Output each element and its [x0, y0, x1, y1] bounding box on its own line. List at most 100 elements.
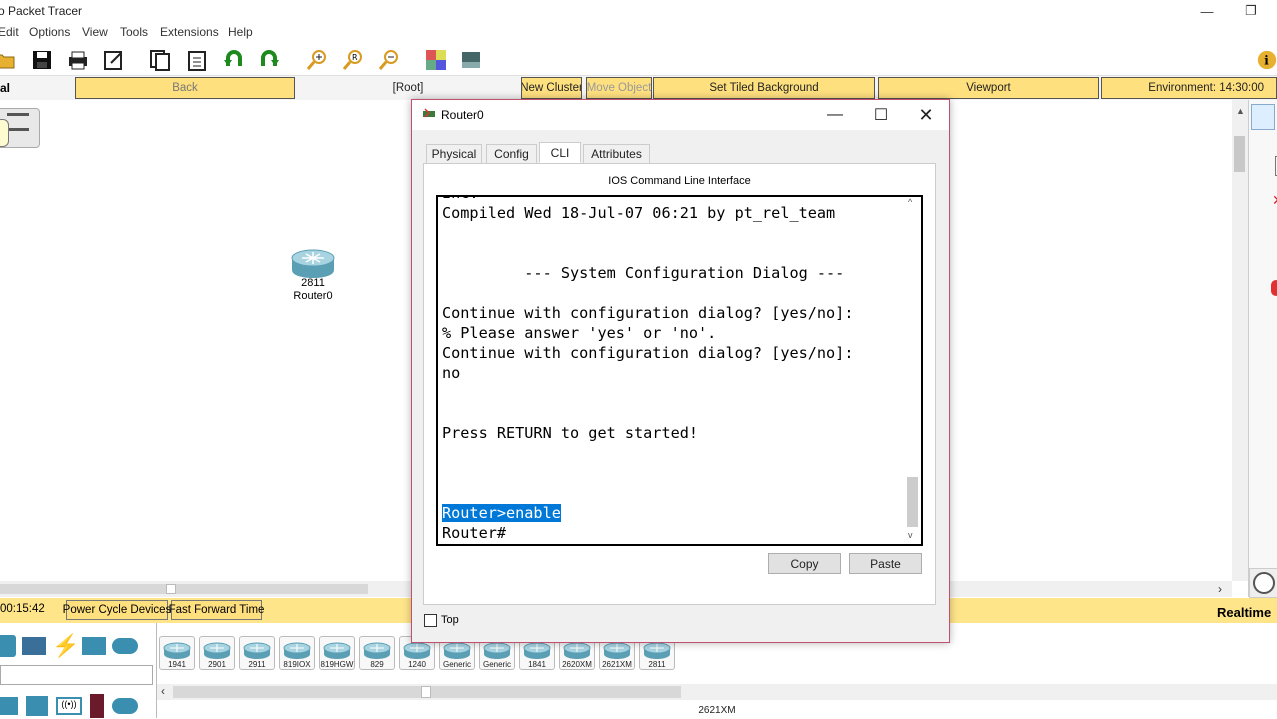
save-icon[interactable]	[28, 46, 56, 74]
realtime-mode-label[interactable]: Realtime	[1217, 605, 1271, 620]
logical-tab-label[interactable]: al	[0, 77, 72, 99]
terminal-output[interactable]: Inc.Compiled Wed 18-Jul-07 06:21 by pt_r…	[442, 197, 902, 543]
fast-forward-button[interactable]: Fast Forward Time	[169, 600, 264, 620]
device-model-item[interactable]: 1941	[159, 636, 195, 670]
connections-icon[interactable]: ⚡	[52, 634, 79, 658]
cluster-icon[interactable]	[0, 108, 40, 148]
tab-config[interactable]: Config	[486, 144, 537, 164]
custom-device-icon[interactable]	[457, 46, 485, 74]
menu-bar: Edit Options View Tools Extensions Help	[0, 22, 1277, 42]
menu-extensions[interactable]: Extensions	[160, 25, 219, 39]
device-model-label: Generic	[482, 660, 511, 669]
device-model-label: 1841	[528, 660, 546, 669]
restore-button[interactable]: ❐	[1228, 0, 1274, 22]
device-model-label: 2620XM	[562, 660, 592, 669]
viewport-button[interactable]: Viewport	[878, 77, 1099, 99]
open-icon[interactable]	[0, 46, 18, 74]
svg-text:i: i	[1264, 54, 1269, 68]
misc-icon[interactable]	[82, 637, 106, 655]
security-icon[interactable]	[90, 694, 104, 718]
dialog-maximize-button[interactable]: ☐	[858, 100, 904, 130]
wan-emulation-icon[interactable]	[112, 698, 138, 714]
network-devices-icon[interactable]	[0, 635, 16, 657]
device-model-label: 1941	[168, 660, 186, 669]
dialog-close-button[interactable]: ✕	[903, 100, 949, 130]
copy-icon[interactable]	[146, 46, 174, 74]
menu-edit[interactable]: Edit	[0, 25, 19, 39]
move-object-button[interactable]: Move Object	[586, 77, 652, 99]
print-icon[interactable]	[64, 46, 92, 74]
undo-icon[interactable]	[220, 46, 248, 74]
terminal-line: Compiled Wed 18-Jul-07 06:21 by pt_rel_t…	[442, 204, 836, 222]
app-title: o Packet Tracer	[0, 4, 83, 18]
power-cycle-button[interactable]: Power Cycle Devices	[63, 600, 171, 620]
end-devices-icon[interactable]	[22, 637, 46, 655]
add-pdu-icon[interactable]	[1271, 280, 1277, 296]
zoom-reset-icon[interactable]: R	[339, 46, 367, 74]
menu-options[interactable]: Options	[29, 25, 70, 39]
dialog-minimize-button[interactable]: —	[812, 100, 858, 130]
device-model-item[interactable]: 2911	[239, 636, 275, 670]
wireless-icon[interactable]: ((•))	[56, 697, 82, 715]
set-tiled-background-button[interactable]: Set Tiled Background	[653, 77, 875, 99]
top-checkbox[interactable]	[424, 614, 437, 627]
device-model-label: Generic	[442, 660, 471, 669]
delete-tool-icon[interactable]: ✕	[1272, 192, 1277, 212]
paste-icon[interactable]	[183, 46, 211, 74]
copy-button[interactable]: Copy	[768, 553, 841, 574]
dialog-titlebar[interactable]: Router0 — ☐ ✕	[412, 100, 949, 130]
device-model-item[interactable]: 829	[359, 636, 395, 670]
realtime-clock-icon[interactable]	[1249, 568, 1277, 598]
terminal-line: Router#	[442, 524, 507, 542]
terminal-line: Continue with configuration dialog? [yes…	[442, 304, 854, 322]
router-model-label: 2811	[301, 277, 325, 289]
activity-wizard-icon[interactable]	[100, 46, 128, 74]
device-type-label	[0, 665, 153, 685]
device-model-item[interactable]: 819IOX	[279, 636, 315, 670]
device-list-scrollbar[interactable]: ‹	[157, 684, 1277, 700]
app-titlebar: o Packet Tracer — ❐	[0, 0, 1277, 22]
device-model-item[interactable]: 2901	[199, 636, 235, 670]
menu-help[interactable]: Help	[228, 25, 253, 39]
paste-button[interactable]: Paste	[849, 553, 922, 574]
environment-button[interactable]: Environment: 14:30:00	[1101, 77, 1277, 99]
router-app-icon	[422, 107, 436, 121]
palette-icon[interactable]	[422, 46, 450, 74]
multiuser-icon[interactable]	[112, 638, 138, 654]
terminal-line: --- System Configuration Dialog ---	[442, 264, 845, 282]
terminal-line: % Please answer 'yes' or 'no'.	[442, 324, 717, 342]
svg-text:R: R	[352, 53, 358, 62]
router-icon[interactable]	[290, 246, 336, 280]
cli-heading: IOS Command Line Interface	[608, 175, 751, 187]
canvas-vertical-scrollbar[interactable]: ▲	[1232, 100, 1248, 581]
device-model-label: 2911	[248, 660, 266, 669]
device-model-label: 2901	[208, 660, 226, 669]
info-icon[interactable]: i	[1256, 46, 1277, 74]
select-tool-icon[interactable]	[1251, 104, 1275, 130]
tab-attributes[interactable]: Attributes	[583, 144, 650, 164]
menu-tools[interactable]: Tools	[120, 25, 148, 39]
zoom-out-icon[interactable]	[375, 46, 403, 74]
back-button[interactable]: Back	[75, 77, 295, 99]
new-cluster-button[interactable]: New Cluster	[521, 77, 582, 99]
minimize-button[interactable]: —	[1184, 0, 1230, 22]
zoom-in-icon[interactable]	[303, 46, 331, 74]
switches-icon[interactable]	[26, 696, 48, 716]
tab-cli[interactable]: CLI	[539, 142, 581, 163]
terminal-scrollbar[interactable]: ^ v	[904, 197, 921, 544]
main-toolbar: R i	[0, 42, 1277, 76]
terminal-line: no	[442, 364, 461, 382]
menu-view[interactable]: View	[82, 25, 108, 39]
tab-physical[interactable]: Physical	[426, 144, 482, 164]
cli-terminal[interactable]: Inc.Compiled Wed 18-Jul-07 06:21 by pt_r…	[436, 195, 923, 546]
redo-icon[interactable]	[255, 46, 283, 74]
routers-icon[interactable]	[0, 697, 18, 715]
device-model-item[interactable]: 819HGW	[319, 636, 355, 670]
